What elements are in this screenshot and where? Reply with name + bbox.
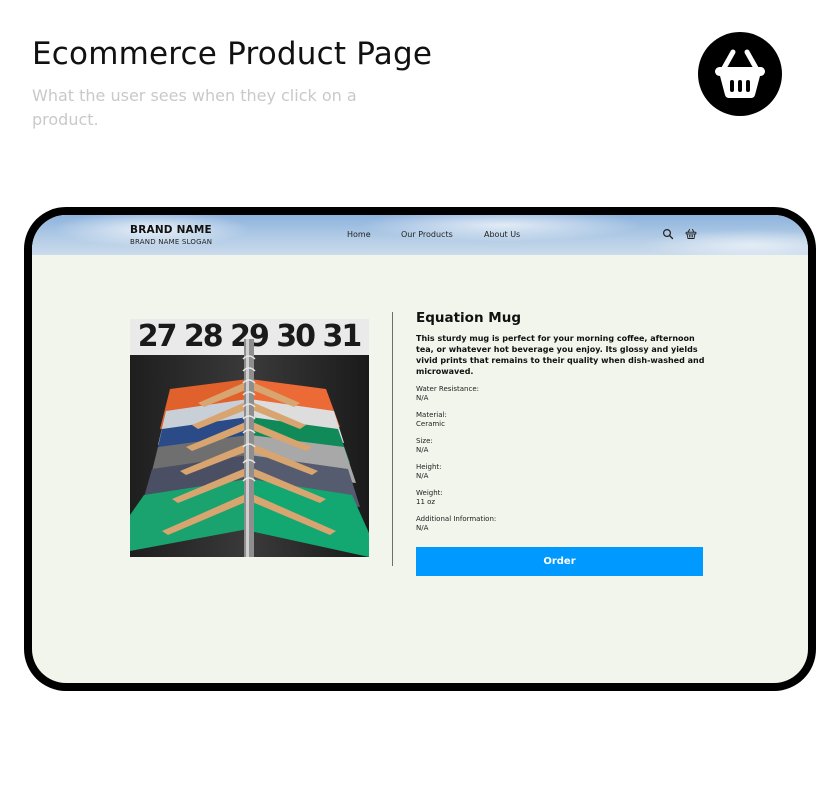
product-description: This sturdy mug is perfect for your morn… (416, 334, 705, 376)
nav-link-our-products[interactable]: Our Products (401, 230, 453, 239)
order-button[interactable]: Order (416, 547, 703, 576)
product-image: 27 28 29 30 31 (130, 319, 369, 557)
spec-water-resistance: Water Resistance: N/A (416, 385, 706, 403)
brand-name: BRAND NAME (130, 224, 212, 236)
navbar: BRAND NAME BRAND NAME SLOGAN Home Our Pr… (32, 215, 808, 255)
spec-label: Additional Information: (416, 515, 497, 523)
device-screen: BRAND NAME BRAND NAME SLOGAN Home Our Pr… (32, 215, 808, 683)
page-title: Ecommerce Product Page (32, 36, 433, 72)
spec-value: N/A (416, 446, 429, 454)
page-header: Ecommerce Product Page What the user see… (32, 36, 432, 132)
spec-value: N/A (416, 394, 429, 402)
page-subtitle: What the user sees when they click on a … (32, 86, 357, 129)
spec-material: Material: Ceramic (416, 411, 706, 429)
device-frame: BRAND NAME BRAND NAME SLOGAN Home Our Pr… (24, 207, 816, 691)
brand-slogan: BRAND NAME SLOGAN (130, 238, 213, 246)
product-title: Equation Mug (416, 310, 521, 326)
basket-icon[interactable] (685, 228, 697, 240)
basket-badge (698, 32, 782, 116)
divider (392, 312, 393, 566)
spec-weight: Weight: 11 oz (416, 489, 706, 507)
spec-label: Material: (416, 411, 447, 419)
spec-value: N/A (416, 524, 429, 532)
spec-height: Height: N/A (416, 463, 706, 481)
product-details: Equation Mug This sturdy mug is perfect … (416, 310, 706, 533)
spec-label: Size: (416, 437, 433, 445)
spec-value: 11 oz (416, 498, 436, 506)
clothing-rack-photo: 27 28 29 30 31 (130, 319, 369, 557)
spec-value: N/A (416, 472, 429, 480)
spec-label: Water Resistance: (416, 385, 479, 393)
search-icon[interactable] (662, 228, 674, 240)
basket-icon (715, 49, 765, 98)
spec-label: Height: (416, 463, 442, 471)
spec-size: Size: N/A (416, 437, 706, 455)
spec-value: Ceramic (416, 420, 445, 428)
brand[interactable]: BRAND NAME BRAND NAME SLOGAN (130, 224, 212, 246)
nav-link-home[interactable]: Home (347, 230, 371, 239)
nav-link-about-us[interactable]: About Us (484, 230, 520, 239)
spec-label: Weight: (416, 489, 443, 497)
spec-additional-information: Additional Information: N/A (416, 515, 706, 533)
